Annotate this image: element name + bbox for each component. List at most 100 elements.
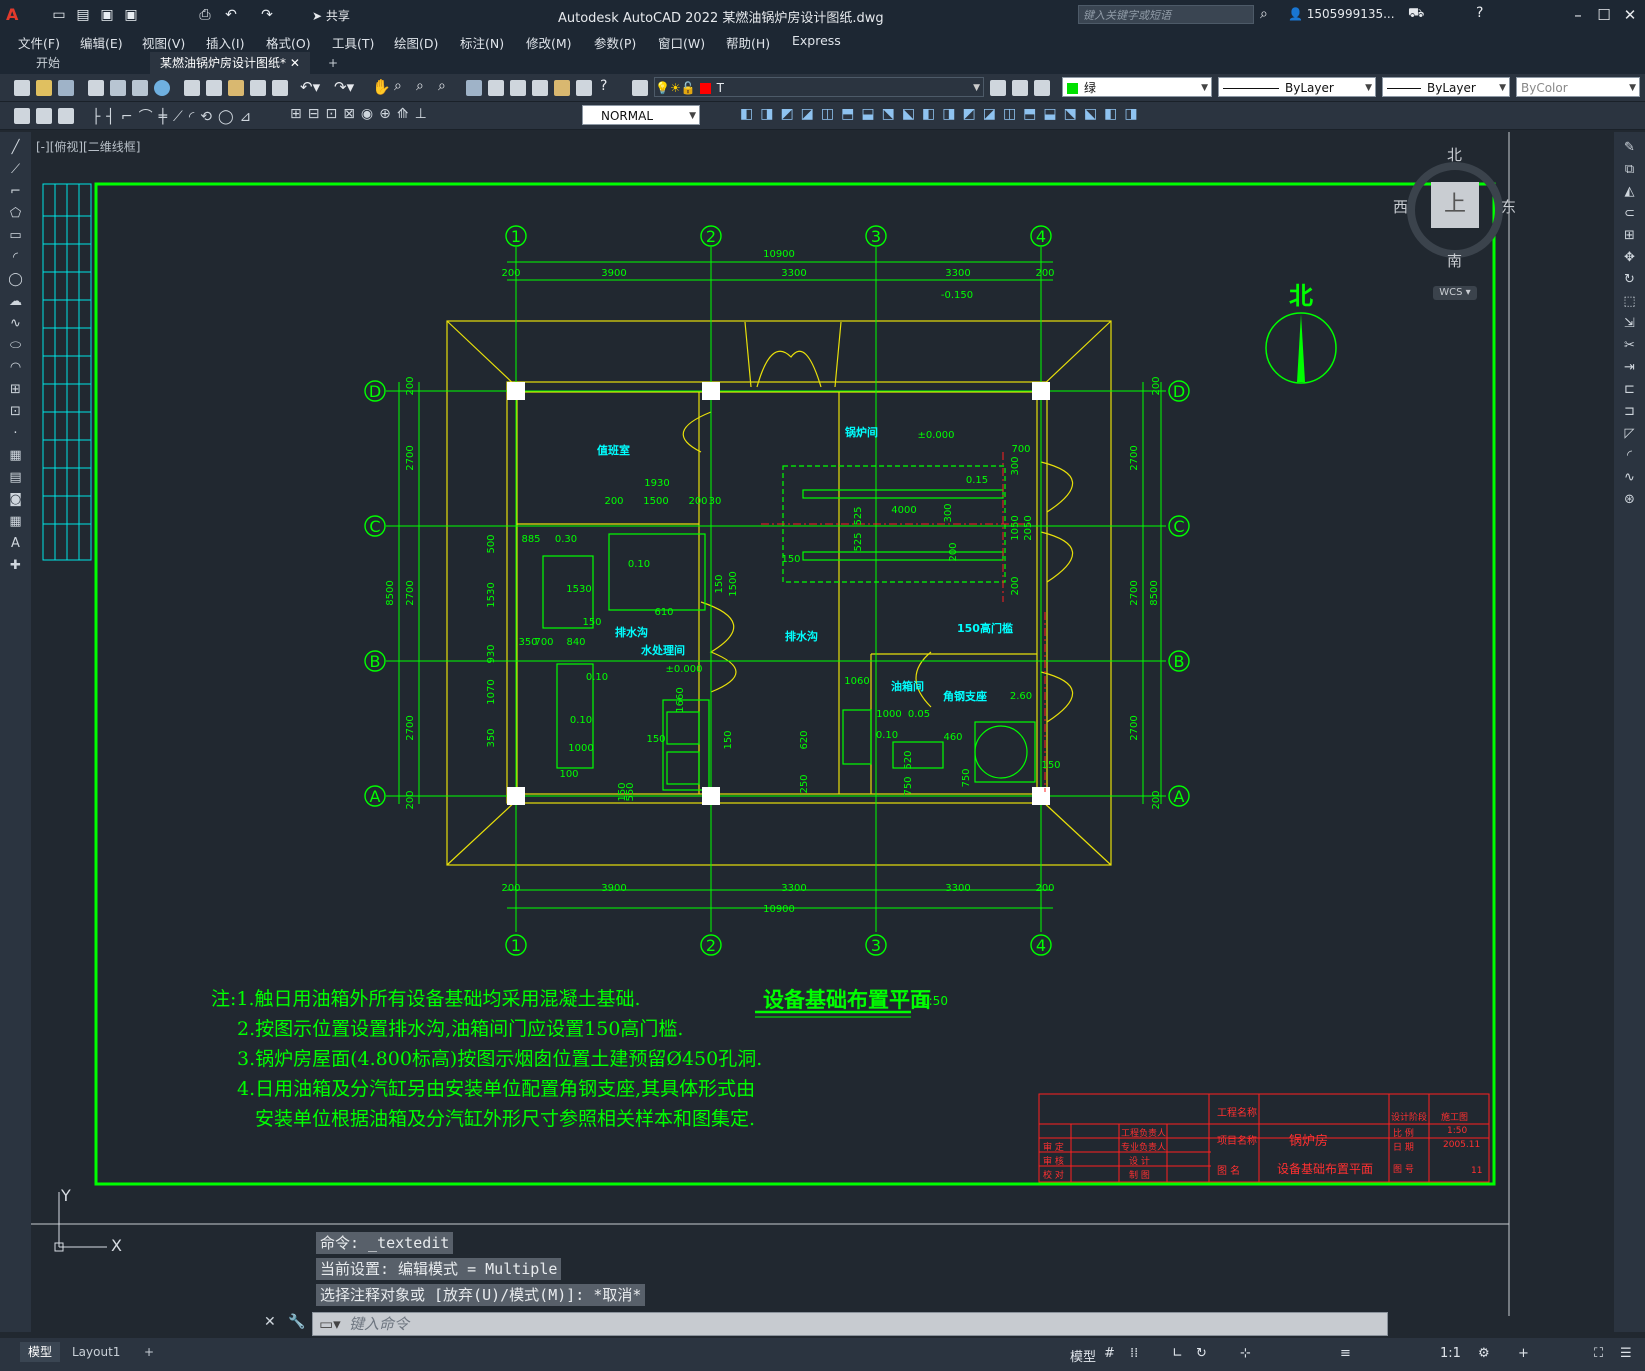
snap-icon[interactable]: ⁞⁞ — [1130, 1346, 1138, 1361]
table-icon[interactable]: ▦ — [8, 514, 23, 529]
dim-aligned-icon[interactable] — [36, 108, 52, 124]
extend-icon[interactable]: ⇥ — [1622, 360, 1637, 375]
polyline-icon[interactable]: ⌐ — [8, 184, 23, 199]
line-icon[interactable]: ╱ — [8, 140, 23, 155]
move-icon[interactable]: ✥ — [1622, 250, 1637, 265]
dim-more-icons[interactable]: ⊞⊟⊡⊠◉⊕⟰⊥ — [290, 106, 433, 122]
user-account[interactable]: 👤 1505999135... — [1288, 7, 1395, 21]
qsave-icon[interactable] — [58, 80, 74, 96]
linetype-dropdown[interactable]: ByLayer ▼ — [1218, 77, 1376, 97]
menu-file[interactable]: 文件(F) — [18, 33, 60, 52]
insert-block-icon[interactable]: ⊞ — [8, 382, 23, 397]
gradient-icon[interactable]: ▤ — [8, 470, 23, 485]
explode-icon[interactable]: ⊛ — [1622, 492, 1637, 507]
add-layout-button[interactable]: + — [136, 1342, 162, 1362]
cmd-customize-icon[interactable]: 🔧 — [288, 1314, 305, 1330]
viewcube[interactable]: 上 北 南 西 东 WCS ▾ — [1393, 146, 1516, 300]
color-dropdown[interactable]: 绿 ▼ — [1062, 77, 1212, 97]
tab-close-icon[interactable]: ✕ — [290, 56, 300, 70]
dim-linear-icon[interactable] — [14, 108, 30, 124]
print-icon[interactable] — [88, 80, 104, 96]
menu-draw[interactable]: 绘图(D) — [394, 33, 438, 52]
redo-icon[interactable]: ↷ — [258, 6, 276, 24]
erase-icon[interactable]: ✎ — [1622, 140, 1637, 155]
viewcube-south[interactable]: 南 — [1447, 250, 1462, 271]
hatch-icon[interactable]: ▦ — [8, 448, 23, 463]
copy-obj-icon[interactable]: ⧉ — [1622, 162, 1637, 177]
preview-icon[interactable] — [110, 80, 126, 96]
cut-icon[interactable] — [184, 80, 200, 96]
designcenter-icon[interactable] — [488, 80, 504, 96]
modify-tools-icons[interactable]: ◧◨◩◪◫⬒⬓⬔⬕◧◨◩◪◫⬒⬓⬔⬕◧◨ — [740, 106, 1145, 122]
fillet-icon[interactable]: ◜ — [1622, 448, 1637, 463]
menu-window[interactable]: 窗口(W) — [658, 33, 705, 52]
ellipse-arc-icon[interactable]: ◠ — [8, 360, 23, 375]
rectangle-icon[interactable]: ▭ — [8, 228, 23, 243]
toolpalette-icon[interactable] — [510, 80, 526, 96]
menu-help[interactable]: 帮助(H) — [726, 33, 770, 52]
blend-icon[interactable]: ∿ — [1622, 470, 1637, 485]
dimstyle-dropdown[interactable]: NORMAL ▼ — [582, 105, 700, 125]
join-icon[interactable]: ⊐ — [1622, 404, 1637, 419]
circle-icon[interactable]: ◯ — [8, 272, 23, 287]
saveas-icon[interactable]: ▣ — [122, 6, 140, 24]
menu-dimension[interactable]: 标注(N) — [460, 33, 504, 52]
wcs-menu[interactable]: WCS ▾ — [1433, 286, 1477, 300]
annotation-scale[interactable]: 1:1 — [1440, 1346, 1461, 1361]
pan-icon[interactable]: ✋ — [372, 78, 391, 96]
paste-icon[interactable] — [228, 80, 244, 96]
viewcube-west[interactable]: 西 — [1393, 196, 1408, 217]
help-icon[interactable]: ? — [1476, 5, 1483, 21]
viewcube-north[interactable]: 北 — [1447, 144, 1462, 165]
rotate-icon[interactable]: ↻ — [1622, 272, 1637, 287]
cmd-close-icon[interactable]: ✕ — [264, 1314, 276, 1330]
ellipse-icon[interactable]: ⬭ — [8, 338, 23, 353]
model-space-button[interactable]: 模型 — [1070, 1346, 1096, 1365]
region-icon[interactable]: ◙ — [8, 492, 23, 507]
copy-icon[interactable] — [206, 80, 222, 96]
zoom-prev-icon[interactable]: ⌕ — [438, 78, 446, 94]
plotstyle-dropdown[interactable]: ByColor ▼ — [1516, 77, 1640, 97]
undo-icon[interactable]: ↶ — [222, 6, 240, 24]
viewcube-top-face[interactable]: 上 — [1431, 182, 1479, 228]
gear-icon[interactable]: ⚙ — [1478, 1346, 1490, 1361]
redo-tool-icon[interactable]: ↷▾ — [334, 78, 354, 96]
command-input[interactable]: ▭▾ 键入命令 — [312, 1312, 1388, 1336]
close-button[interactable]: ✕ — [1618, 4, 1642, 26]
new-tab-button[interactable]: + — [318, 52, 348, 74]
plot-icon[interactable]: ⎙ — [196, 6, 214, 24]
array-icon[interactable]: ⊞ — [1622, 228, 1637, 243]
polar-icon[interactable]: ↻ — [1196, 1346, 1207, 1361]
chamfer-icon[interactable]: ◸ — [1622, 426, 1637, 441]
layout-tab-layout1[interactable]: Layout1 — [64, 1342, 128, 1362]
layer-manager-icon[interactable] — [632, 80, 648, 96]
revcloud-icon[interactable]: ☁ — [8, 294, 23, 309]
search-icon[interactable]: ⌕ — [1260, 6, 1268, 22]
spline-icon[interactable]: ∿ — [8, 316, 23, 331]
app-logo-icon[interactable]: A — [6, 5, 18, 24]
layer-iso-icon[interactable] — [1034, 80, 1050, 96]
osnap-icon[interactable]: ⊹ — [1240, 1346, 1251, 1361]
layer-dropdown[interactable]: 💡☀🔓 T ▼ — [654, 77, 984, 97]
layer-match-icon[interactable] — [1012, 80, 1028, 96]
cart-icon[interactable]: ⛟ — [1408, 6, 1424, 23]
publish-icon[interactable] — [132, 80, 148, 96]
layer-prev-icon[interactable] — [990, 80, 1006, 96]
maximize-button[interactable]: ☐ — [1592, 4, 1616, 26]
fullscreen-icon[interactable]: ⛶ — [1594, 1346, 1603, 1361]
plus-icon[interactable]: + — [1518, 1346, 1529, 1361]
menu-edit[interactable]: 编辑(E) — [80, 33, 123, 52]
dim-arc-icon[interactable] — [58, 108, 74, 124]
break-icon[interactable]: ⊏ — [1622, 382, 1637, 397]
xline-icon[interactable]: ⟋ — [8, 162, 23, 177]
stretch-icon[interactable]: ⇲ — [1622, 316, 1637, 331]
menu-insert[interactable]: 插入(I) — [206, 33, 244, 52]
menu-view[interactable]: 视图(V) — [142, 33, 185, 52]
lineweight-dropdown[interactable]: ByLayer ▼ — [1382, 77, 1510, 97]
minimize-button[interactable]: – — [1566, 4, 1590, 26]
menu-parameter[interactable]: 参数(P) — [594, 33, 636, 52]
offset-icon[interactable]: ⊂ — [1622, 206, 1637, 221]
mirror-icon[interactable]: ◭ — [1622, 184, 1637, 199]
sheetset-icon[interactable] — [532, 80, 548, 96]
arc-icon[interactable]: ◜ — [8, 250, 23, 265]
